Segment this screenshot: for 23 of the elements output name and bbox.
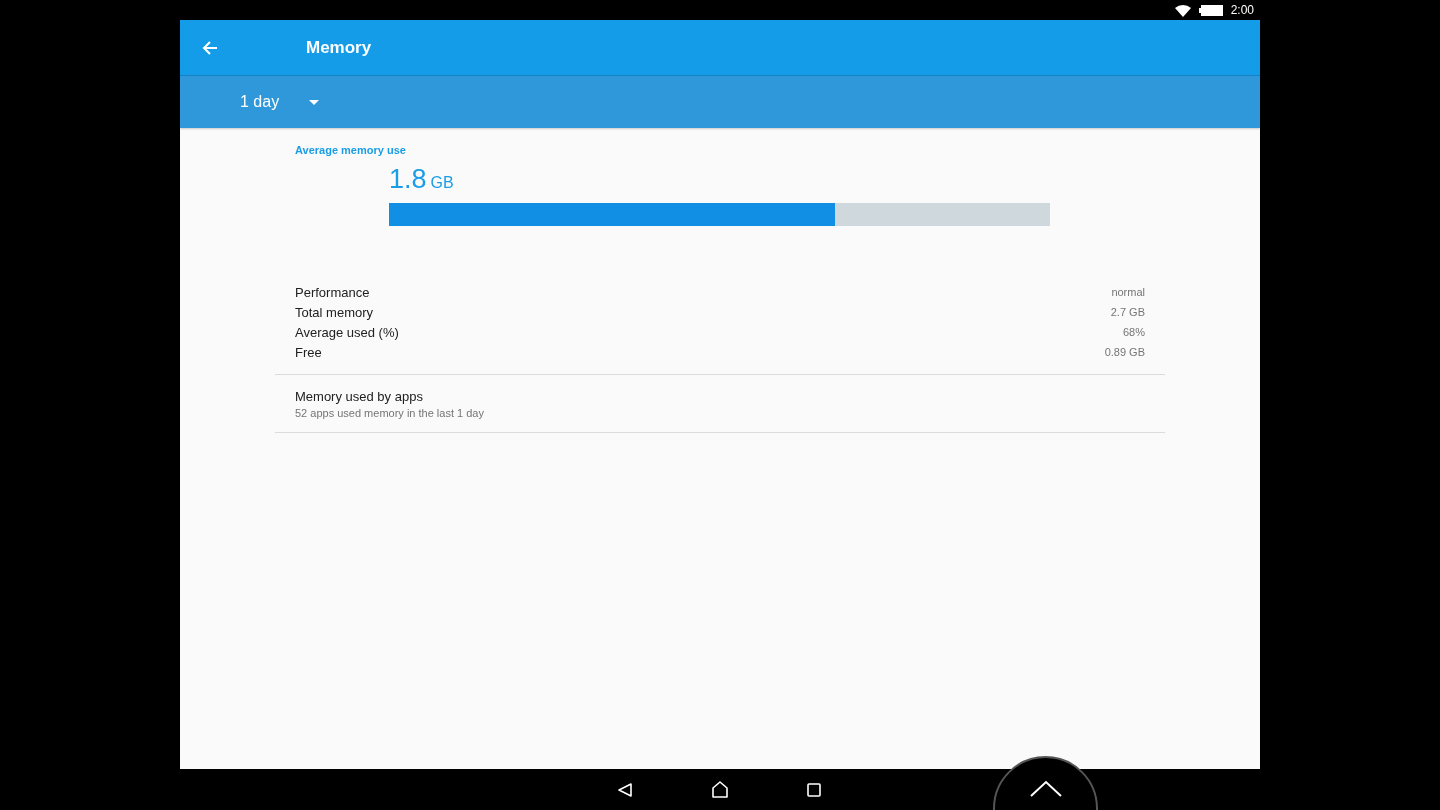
stat-value: normal [1111, 286, 1145, 298]
section-label: Average memory use [295, 144, 407, 156]
item-title: Memory used by apps [295, 389, 424, 404]
memory-unit: GB [430, 174, 454, 192]
memory-value: 1.8 [389, 164, 427, 195]
recents-icon[interactable] [807, 782, 821, 797]
caret-icon [309, 99, 320, 105]
back-nav-icon[interactable] [617, 781, 633, 798]
stat-value: 68% [1122, 326, 1145, 338]
screen-title: Memory [306, 37, 372, 58]
clock-time: 2:00 [1230, 3, 1254, 17]
apps-memory-item[interactable]: Memory used by apps 52 apps used memory in the last 1 day [275, 375, 1165, 433]
stat-label: Performance [295, 284, 370, 300]
stat-label: Average used (%) [295, 324, 399, 340]
battery-icon [1198, 4, 1223, 16]
stat-label: Free [295, 344, 322, 360]
chevron-up-icon [1028, 780, 1063, 798]
stat-value: 2.7 GB [1110, 306, 1145, 318]
wifi-icon [1174, 3, 1191, 17]
stat-value: 0.89 GB [1104, 346, 1145, 358]
item-subtitle: 52 apps used memory in the last 1 day [295, 407, 485, 419]
stat-label: Total memory [295, 304, 374, 320]
home-icon[interactable] [711, 781, 729, 798]
